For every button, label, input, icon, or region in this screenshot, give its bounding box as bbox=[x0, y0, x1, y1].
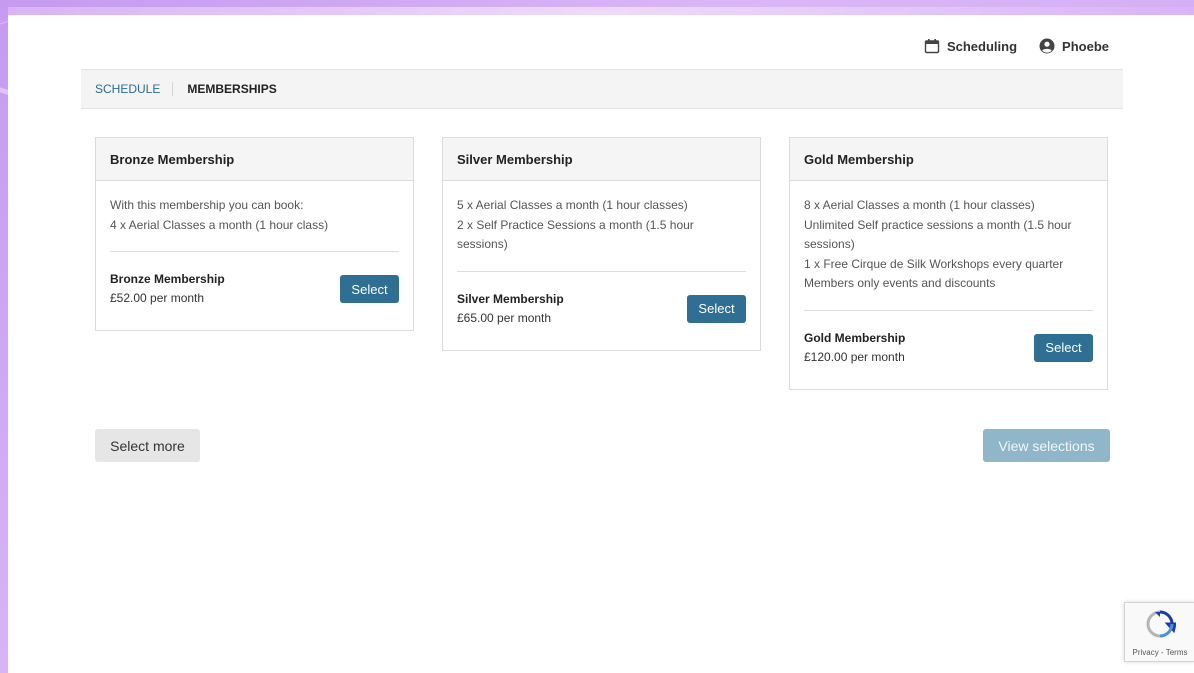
description-line: 4 x Aerial Classes a month (1 hour class… bbox=[110, 217, 329, 232]
description-line: Unlimited Self practice sessions a month… bbox=[804, 217, 1072, 252]
card-title: Bronze Membership bbox=[96, 138, 413, 181]
card-description: 5 x Aerial Classes a month (1 hour class… bbox=[457, 196, 746, 255]
membership-card-gold: Gold Membership 8 x Aerial Classes a mon… bbox=[789, 137, 1108, 390]
select-more-button[interactable]: Select more bbox=[95, 429, 200, 462]
breadcrumb-nav: SCHEDULE MEMBERSHIPS bbox=[81, 69, 1123, 109]
recaptcha-badge[interactable]: Privacy - Terms bbox=[1124, 602, 1194, 662]
select-bronze-button[interactable]: Select bbox=[340, 275, 399, 303]
recaptcha-links[interactable]: Privacy - Terms bbox=[1133, 648, 1188, 657]
header-links: Scheduling Phoebe bbox=[924, 38, 1109, 54]
membership-card-silver: Silver Membership 5 x Aerial Classes a m… bbox=[442, 137, 761, 351]
price-row: Silver Membership £65.00 per month Selec… bbox=[457, 272, 746, 350]
price-amount: £120.00 per month bbox=[804, 349, 905, 364]
top-accent-bar bbox=[8, 7, 1194, 15]
description-line: 2 x Self Practice Sessions a month (1.5 … bbox=[457, 217, 694, 252]
price-amount: £52.00 per month bbox=[110, 291, 205, 305]
recaptcha-icon bbox=[1144, 609, 1177, 648]
membership-card-bronze: Bronze Membership With this membership y… bbox=[95, 137, 414, 331]
price-row: Gold Membership £120.00 per month Select bbox=[804, 311, 1093, 389]
card-title: Silver Membership bbox=[443, 138, 760, 181]
user-name: Phoebe bbox=[1062, 38, 1109, 54]
price-amount: £65.00 per month bbox=[457, 310, 552, 325]
scheduling-link[interactable]: Scheduling bbox=[924, 38, 1017, 54]
price-name: Gold Membership bbox=[804, 330, 906, 345]
description-line: 5 x Aerial Classes a month (1 hour class… bbox=[457, 198, 688, 212]
nav-schedule[interactable]: SCHEDULE bbox=[81, 82, 172, 96]
card-title: Gold Membership bbox=[790, 138, 1107, 181]
price-name: Silver Membership bbox=[457, 291, 564, 306]
page: Scheduling Phoebe SCHEDULE MEMBERSHIPS B… bbox=[8, 7, 1194, 673]
card-description: With this membership you can book: 4 x A… bbox=[110, 196, 399, 235]
description-line: Members only events and discounts bbox=[804, 276, 996, 290]
user-menu[interactable]: Phoebe bbox=[1039, 38, 1109, 54]
nav-memberships[interactable]: MEMBERSHIPS bbox=[173, 82, 288, 96]
price-name: Bronze Membership bbox=[110, 272, 225, 286]
user-circle-icon bbox=[1039, 38, 1055, 54]
card-description: 8 x Aerial Classes a month (1 hour class… bbox=[804, 196, 1093, 294]
description-line: 8 x Aerial Classes a month (1 hour class… bbox=[804, 198, 1035, 212]
description-line: 1 x Free Cirque de Silk Workshops every … bbox=[804, 256, 1064, 271]
select-gold-button[interactable]: Select bbox=[1034, 333, 1093, 362]
scheduling-label: Scheduling bbox=[946, 38, 1018, 54]
description-line: With this membership you can book: bbox=[110, 198, 304, 212]
price-row: Bronze Membership £52.00 per month Selec… bbox=[110, 252, 399, 330]
calendar-icon bbox=[924, 38, 940, 54]
view-selections-button[interactable]: View selections bbox=[983, 429, 1110, 462]
select-silver-button[interactable]: Select bbox=[687, 294, 746, 323]
